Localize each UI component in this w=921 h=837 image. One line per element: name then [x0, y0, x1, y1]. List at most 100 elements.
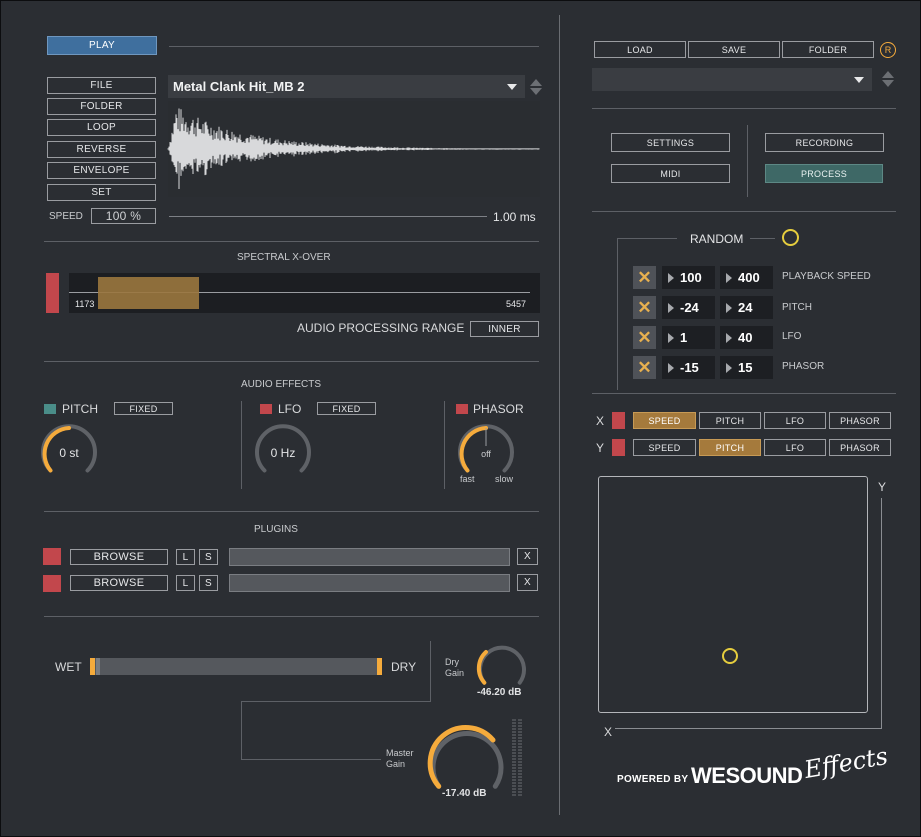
folder-button[interactable]: FOLDER: [782, 41, 874, 58]
plugin-s-button[interactable]: S: [199, 575, 218, 591]
lfo-toggle[interactable]: [260, 404, 272, 414]
settings-button[interactable]: SETTINGS: [611, 133, 730, 152]
x-target-lfo[interactable]: LFO: [764, 412, 826, 429]
random-max-value: 40: [738, 330, 753, 345]
file-dropdown[interactable]: Metal Clank Hit_MB 2: [168, 75, 525, 98]
plugin-toggle[interactable]: [43, 575, 61, 592]
random-title: RANDOM: [690, 232, 744, 246]
y-target-phasor[interactable]: PHASOR: [829, 439, 891, 456]
xy-pad-cursor[interactable]: [722, 648, 738, 664]
process-button[interactable]: PROCESS: [765, 164, 883, 183]
playhead-track[interactable]: [169, 216, 487, 217]
random-min-value: -15: [680, 360, 699, 375]
meter-segment: [518, 761, 522, 763]
close-icon[interactable]: ✕: [633, 266, 656, 289]
plugin-s-button[interactable]: S: [199, 549, 218, 565]
plugin-close-button[interactable]: X: [517, 548, 538, 565]
random-min-field[interactable]: -24: [662, 296, 715, 319]
pitch-mode-button[interactable]: FIXED: [114, 402, 173, 415]
xover-range-slider[interactable]: 1173 5457: [69, 273, 540, 313]
x-toggle[interactable]: [612, 412, 625, 429]
play-icon: [726, 362, 732, 373]
chevron-down-icon: [882, 80, 894, 87]
random-min-value: 100: [680, 270, 702, 285]
xover-title: SPECTRAL X-OVER: [237, 252, 331, 263]
xover-range-handle[interactable]: [98, 277, 199, 309]
bracket-line: [617, 238, 618, 390]
speed-field[interactable]: 100 %: [91, 208, 156, 224]
xover-low-value: 1173: [75, 299, 95, 309]
close-icon[interactable]: ✕: [633, 356, 656, 379]
file-stepper[interactable]: [530, 79, 542, 95]
lfo-value: 0 Hz: [270, 446, 296, 460]
envelope-button[interactable]: ENVELOPE: [47, 162, 156, 179]
random-max-field[interactable]: 24: [720, 296, 773, 319]
x-target-pitch[interactable]: PITCH: [699, 412, 761, 429]
dry-handle[interactable]: [377, 658, 382, 675]
random-min-field[interactable]: 100: [662, 266, 715, 289]
load-button[interactable]: LOAD: [594, 41, 686, 58]
random-trigger-button[interactable]: [782, 229, 799, 246]
wet-dry-slider[interactable]: [90, 658, 382, 675]
divider: [592, 393, 896, 394]
plugin-close-button[interactable]: X: [517, 574, 538, 591]
phasor-toggle[interactable]: [456, 404, 468, 414]
meter-segment: [512, 785, 516, 787]
reverse-button[interactable]: REVERSE: [47, 141, 156, 158]
random-max-field[interactable]: 15: [720, 356, 773, 379]
meter-segment: [512, 788, 516, 790]
wet-handle[interactable]: [90, 658, 95, 675]
y-toggle[interactable]: [612, 439, 625, 456]
lfo-mode-button[interactable]: FIXED: [317, 402, 376, 415]
plugin-slot[interactable]: [229, 548, 510, 566]
y-target-speed[interactable]: SPEED: [633, 439, 696, 456]
x-target-phasor[interactable]: PHASOR: [829, 412, 891, 429]
plugin-browse-button[interactable]: BROWSE: [70, 575, 168, 591]
save-button[interactable]: SAVE: [688, 41, 780, 58]
plugin-slot[interactable]: [229, 574, 510, 592]
wet-dry-marker: [96, 658, 100, 675]
close-icon[interactable]: ✕: [633, 296, 656, 319]
divider: [44, 241, 539, 242]
preset-stepper[interactable]: [882, 71, 894, 87]
random-min-field[interactable]: 1: [662, 326, 715, 349]
y-target-pitch[interactable]: PITCH: [699, 439, 761, 456]
folder-button[interactable]: FOLDER: [47, 98, 156, 115]
plugin-l-button[interactable]: L: [176, 549, 195, 565]
random-max-field[interactable]: 400: [720, 266, 773, 289]
meter-segment: [512, 731, 516, 733]
plugin-browse-button[interactable]: BROWSE: [70, 549, 168, 565]
xover-toggle[interactable]: [46, 273, 59, 313]
xy-pad[interactable]: [598, 476, 868, 713]
range-mode-button[interactable]: INNER: [470, 321, 539, 337]
phasor-fast-label: fast: [460, 474, 475, 484]
y-target-lfo[interactable]: LFO: [764, 439, 826, 456]
dry-gain-knob[interactable]: [476, 639, 528, 691]
master-gain-knob[interactable]: [427, 718, 507, 798]
loop-button[interactable]: LOOP: [47, 119, 156, 136]
close-icon[interactable]: ✕: [633, 326, 656, 349]
preset-dropdown[interactable]: [592, 68, 872, 91]
play-icon: [726, 302, 732, 313]
range-label: AUDIO PROCESSING RANGE: [297, 321, 465, 335]
midi-button[interactable]: MIDI: [611, 164, 730, 183]
file-button[interactable]: FILE: [47, 77, 156, 94]
waveform-display[interactable]: [167, 101, 540, 197]
divider: [44, 361, 539, 362]
random-param-label: PHASOR: [782, 361, 825, 372]
random-min-field[interactable]: -15: [662, 356, 715, 379]
meter-segment: [518, 719, 522, 721]
meter-segment: [518, 770, 522, 772]
random-min-value: -24: [680, 300, 699, 315]
play-button[interactable]: PLAY: [47, 36, 157, 55]
random-max-field[interactable]: 40: [720, 326, 773, 349]
wet-label: WET: [55, 660, 82, 674]
x-target-speed[interactable]: SPEED: [633, 412, 696, 429]
meter-segment: [512, 767, 516, 769]
plugin-toggle[interactable]: [43, 548, 61, 565]
set-button[interactable]: SET: [47, 184, 156, 201]
divider: [592, 211, 896, 212]
pitch-toggle[interactable]: [44, 404, 56, 414]
plugin-l-button[interactable]: L: [176, 575, 195, 591]
recording-button[interactable]: RECORDING: [765, 133, 884, 152]
